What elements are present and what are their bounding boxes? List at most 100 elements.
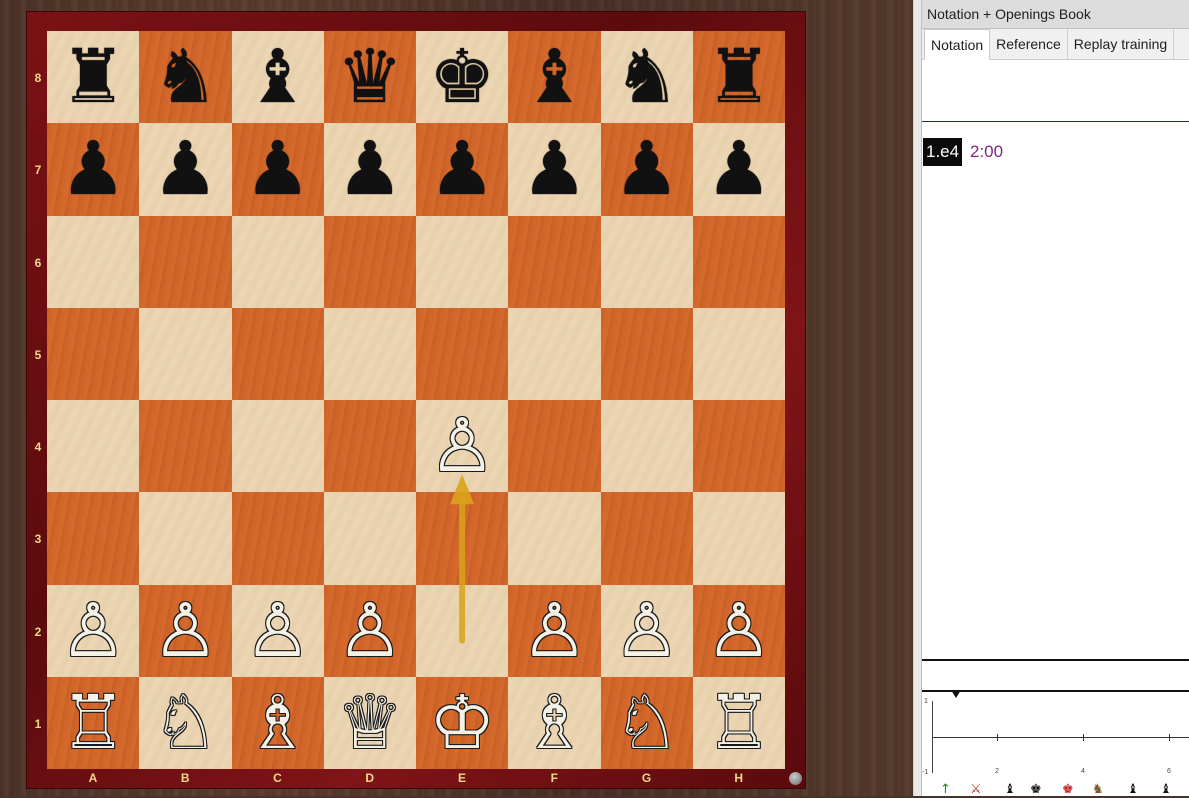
square-b5[interactable]: [139, 307, 232, 400]
square-c8[interactable]: ♝: [231, 31, 324, 124]
square-a6[interactable]: [47, 215, 140, 308]
square-g5[interactable]: [600, 307, 693, 400]
square-c2[interactable]: ♙: [231, 584, 324, 677]
black-piece-a8[interactable]: ♜: [60, 40, 126, 114]
evaluation-graph[interactable]: 1 -1 2 4 6 ↑ ⚔ ♝ ♚ ♚ ♞ ♝ ♝: [922, 659, 1189, 798]
black-piece-g7[interactable]: ♟: [613, 132, 679, 206]
graph-position-marker[interactable]: [951, 690, 961, 698]
square-a3[interactable]: [47, 492, 140, 585]
white-piece-c2[interactable]: ♙: [244, 594, 310, 668]
white-piece-f2[interactable]: ♙: [521, 594, 587, 668]
white-piece-b1[interactable]: ♘: [152, 686, 218, 760]
square-e3[interactable]: [416, 492, 509, 585]
black-piece-f8[interactable]: ♝: [521, 40, 587, 114]
square-f5[interactable]: [508, 307, 601, 400]
square-b3[interactable]: [139, 492, 232, 585]
white-piece-a1[interactable]: ♖: [60, 686, 126, 760]
black-piece-h7[interactable]: ♟: [706, 132, 772, 206]
white-piece-e1[interactable]: ♔: [429, 686, 495, 760]
square-a8[interactable]: ♜: [47, 31, 140, 124]
square-f6[interactable]: [508, 215, 601, 308]
black-piece-c8[interactable]: ♝: [244, 40, 310, 114]
square-h4[interactable]: [692, 400, 785, 493]
square-g2[interactable]: ♙: [600, 584, 693, 677]
square-g7[interactable]: ♟: [600, 123, 693, 216]
square-b7[interactable]: ♟: [139, 123, 232, 216]
square-a5[interactable]: [47, 307, 140, 400]
square-c1[interactable]: ♗: [231, 676, 324, 769]
square-e7[interactable]: ♟: [416, 123, 509, 216]
square-h7[interactable]: ♟: [692, 123, 785, 216]
chess-board[interactable]: ♜ ♞ ♝ ♛ ♚ ♝ ♞ ♜ ♟ ♟ ♟ ♟ ♟ ♟ ♟ ♟ ♙ ♙ ♙ ♙ ♙ ♙ ♙ ♙ ♖ ♘ ♗ ♕ ♔ ♗ ♘ ♖: [47, 31, 785, 769]
white-piece-e4[interactable]: ♙: [429, 409, 495, 483]
square-h6[interactable]: [692, 215, 785, 308]
square-a4[interactable]: [47, 400, 140, 493]
black-piece-c7[interactable]: ♟: [244, 132, 310, 206]
white-piece-d2[interactable]: ♙: [337, 594, 403, 668]
square-h3[interactable]: [692, 492, 785, 585]
board-corner-button[interactable]: [789, 772, 802, 785]
square-c7[interactable]: ♟: [231, 123, 324, 216]
square-f7[interactable]: ♟: [508, 123, 601, 216]
square-e8[interactable]: ♚: [416, 31, 509, 124]
square-e6[interactable]: [416, 215, 509, 308]
square-f3[interactable]: [508, 492, 601, 585]
square-d6[interactable]: [323, 215, 416, 308]
square-b2[interactable]: ♙: [139, 584, 232, 677]
white-piece-c1[interactable]: ♗: [244, 686, 310, 760]
white-piece-g2[interactable]: ♙: [613, 594, 679, 668]
square-c4[interactable]: [231, 400, 324, 493]
black-piece-d7[interactable]: ♟: [337, 132, 403, 206]
square-b1[interactable]: ♘: [139, 676, 232, 769]
black-piece-b7[interactable]: ♟: [152, 132, 218, 206]
square-a7[interactable]: ♟: [47, 123, 140, 216]
white-piece-h2[interactable]: ♙: [706, 594, 772, 668]
square-g6[interactable]: [600, 215, 693, 308]
black-piece-h8[interactable]: ♜: [706, 40, 772, 114]
square-f4[interactable]: [508, 400, 601, 493]
square-d5[interactable]: [323, 307, 416, 400]
square-b6[interactable]: [139, 215, 232, 308]
black-piece-f7[interactable]: ♟: [521, 132, 587, 206]
white-piece-f1[interactable]: ♗: [521, 686, 587, 760]
square-f1[interactable]: ♗: [508, 676, 601, 769]
white-piece-h1[interactable]: ♖: [706, 686, 772, 760]
square-g4[interactable]: [600, 400, 693, 493]
white-piece-b2[interactable]: ♙: [152, 594, 218, 668]
square-d1[interactable]: ♕: [323, 676, 416, 769]
square-e5[interactable]: [416, 307, 509, 400]
square-e1[interactable]: ♔: [416, 676, 509, 769]
black-piece-g8[interactable]: ♞: [613, 40, 679, 114]
square-g8[interactable]: ♞: [600, 31, 693, 124]
square-c6[interactable]: [231, 215, 324, 308]
tab-notation[interactable]: Notation: [924, 29, 991, 60]
square-d7[interactable]: ♟: [323, 123, 416, 216]
black-piece-a7[interactable]: ♟: [60, 132, 126, 206]
square-d8[interactable]: ♛: [323, 31, 416, 124]
move-entry[interactable]: 1.e4: [923, 138, 963, 166]
tab-replay-training[interactable]: Replay training: [1068, 29, 1175, 59]
square-b4[interactable]: [139, 400, 232, 493]
square-g1[interactable]: ♘: [600, 676, 693, 769]
square-h8[interactable]: ♜: [692, 31, 785, 124]
square-h2[interactable]: ♙: [692, 584, 785, 677]
square-c3[interactable]: [231, 492, 324, 585]
square-b8[interactable]: ♞: [139, 31, 232, 124]
square-g3[interactable]: [600, 492, 693, 585]
white-piece-a2[interactable]: ♙: [60, 594, 126, 668]
square-d2[interactable]: ♙: [323, 584, 416, 677]
tab-reference[interactable]: Reference: [990, 29, 1068, 59]
square-f2[interactable]: ♙: [508, 584, 601, 677]
square-f8[interactable]: ♝: [508, 31, 601, 124]
square-e2[interactable]: [416, 584, 509, 677]
white-piece-d1[interactable]: ♕: [337, 686, 403, 760]
square-h1[interactable]: ♖: [692, 676, 785, 769]
white-piece-g1[interactable]: ♘: [613, 686, 679, 760]
square-e4[interactable]: ♙: [416, 400, 509, 493]
square-d4[interactable]: [323, 400, 416, 493]
square-c5[interactable]: [231, 307, 324, 400]
black-piece-b8[interactable]: ♞: [152, 40, 218, 114]
square-d3[interactable]: [323, 492, 416, 585]
square-h5[interactable]: [692, 307, 785, 400]
black-piece-d8[interactable]: ♛: [337, 40, 403, 114]
